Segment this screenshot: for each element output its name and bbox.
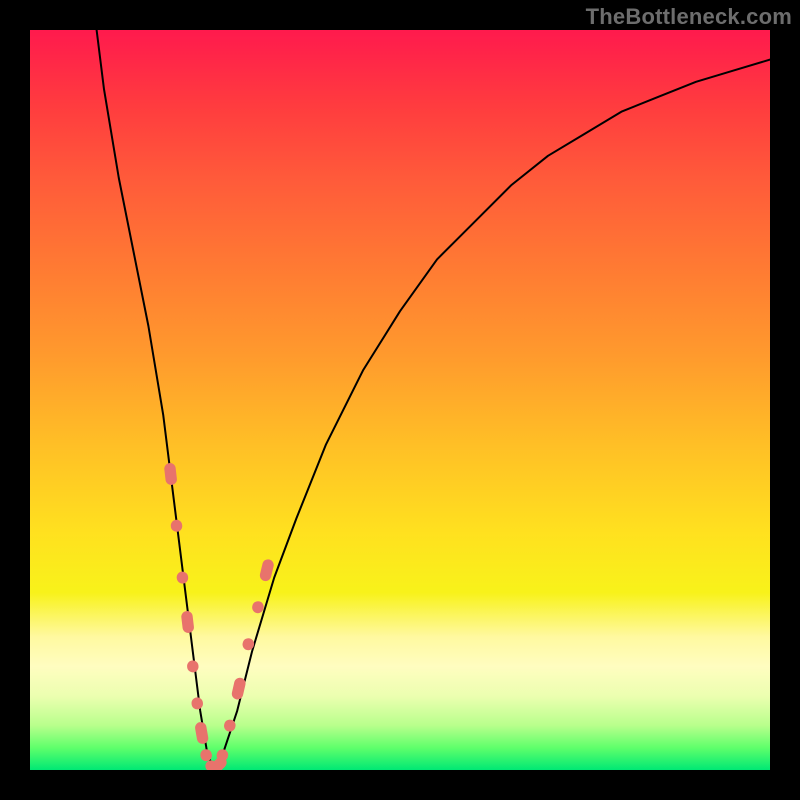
marker-point [231, 677, 247, 701]
marker-point [259, 558, 275, 582]
marker-point [194, 721, 209, 745]
chart-frame: TheBottleneck.com [0, 0, 800, 800]
curve-bottleneck-curve [97, 30, 770, 770]
marker-point [181, 610, 195, 633]
plot-area [30, 30, 770, 770]
watermark-text: TheBottleneck.com [586, 4, 792, 30]
marker-point [164, 462, 178, 485]
marker-point [176, 571, 189, 584]
bottleneck-chart-svg [30, 30, 770, 770]
marker-point [170, 519, 183, 532]
marker-point [186, 660, 199, 673]
marker-point [191, 697, 204, 710]
